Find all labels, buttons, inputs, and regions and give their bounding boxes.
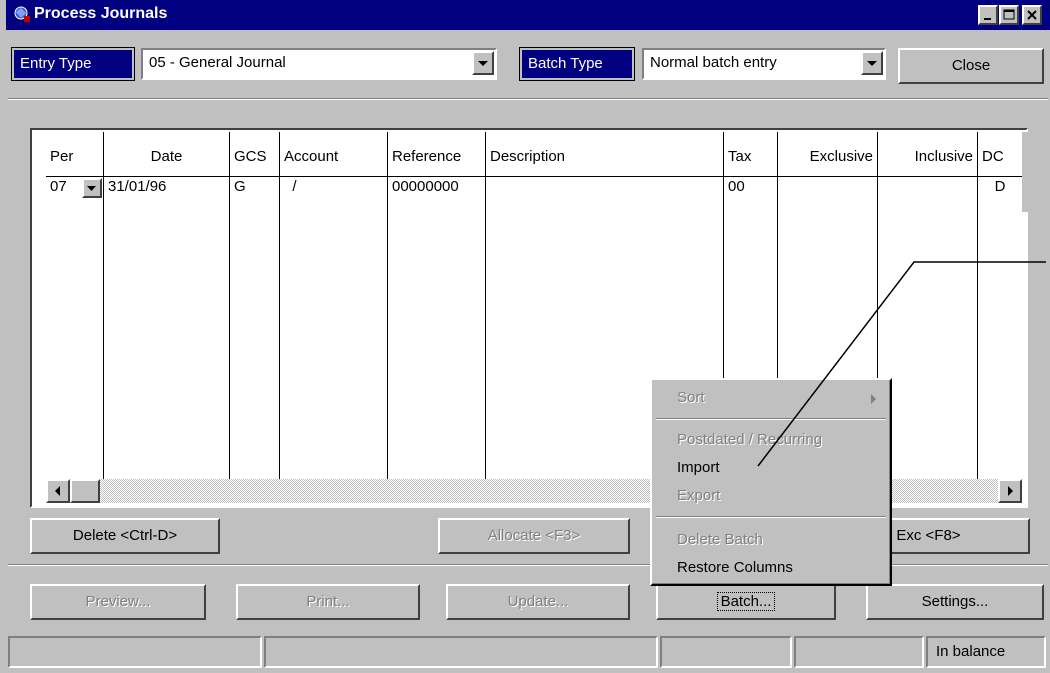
callout-line [757, 261, 1046, 467]
process-journals-window: Process Journals Entry Type 05 - General… [0, 0, 1050, 673]
callout-pointer [757, 261, 1046, 467]
